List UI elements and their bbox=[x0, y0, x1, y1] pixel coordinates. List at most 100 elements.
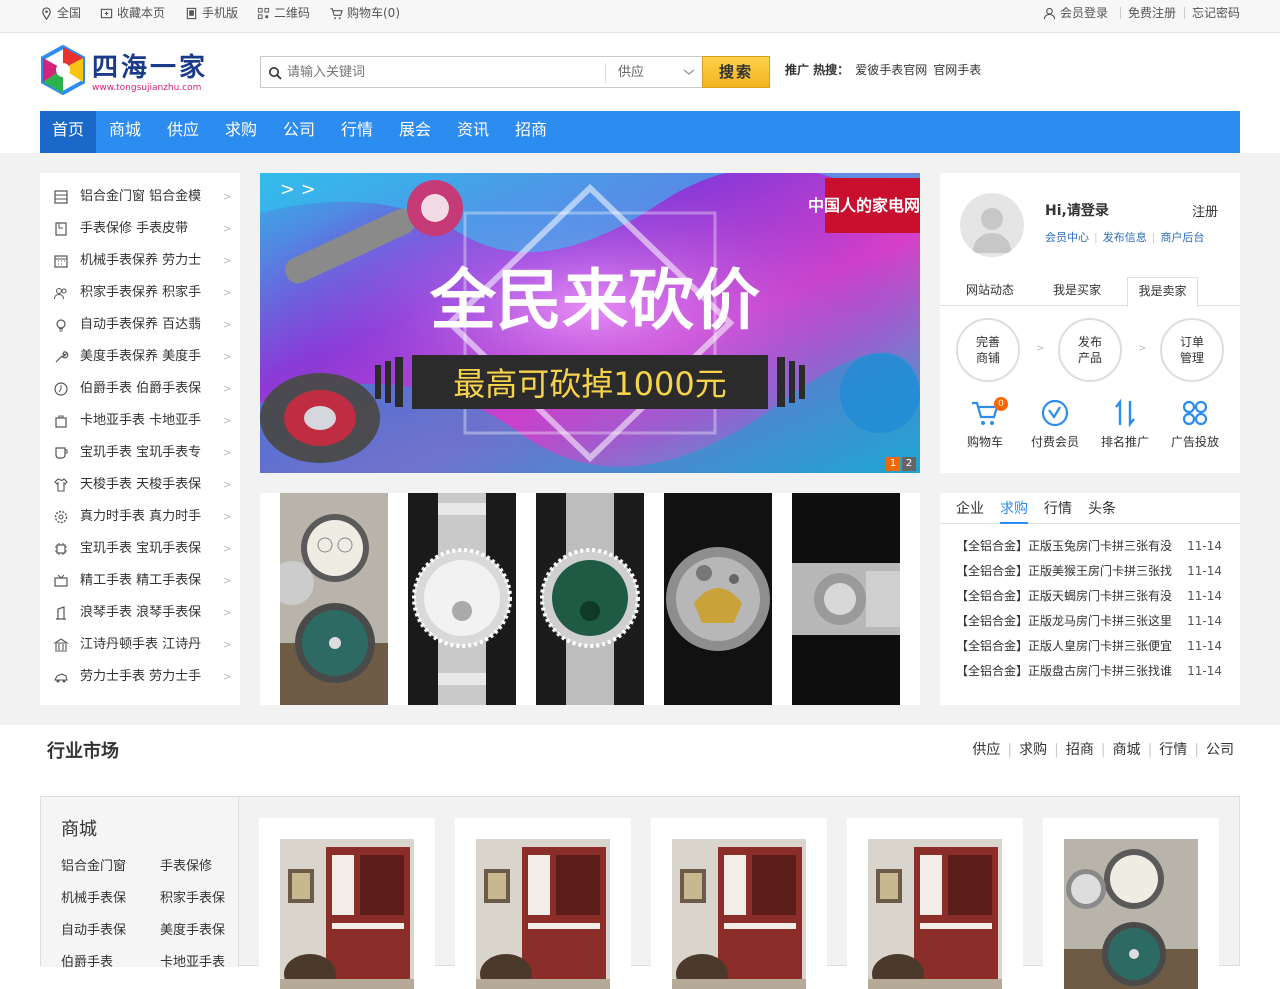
nav-exhibition[interactable]: 展会 bbox=[386, 111, 444, 153]
nav-mall[interactable]: 商城 bbox=[96, 111, 154, 153]
nav-news[interactable]: 资讯 bbox=[444, 111, 502, 153]
product-strip bbox=[260, 493, 920, 705]
section-link[interactable]: 公司 bbox=[1206, 742, 1234, 758]
tab-buyer[interactable]: 我是买家 bbox=[1041, 277, 1113, 306]
category-menu-item[interactable]: 卡地亚手表 卡地亚手 > bbox=[40, 405, 240, 437]
chevron-right-icon: > bbox=[222, 190, 232, 203]
register-link[interactable]: 免费注册 bbox=[1128, 5, 1176, 21]
nav-investment[interactable]: 招商 bbox=[502, 111, 560, 153]
market-side-link[interactable]: 卡地亚手表 bbox=[160, 951, 225, 970]
quick-ranking[interactable]: 排名推广 bbox=[1090, 399, 1160, 450]
hot-keyword[interactable]: 爱彼手表官网 bbox=[855, 63, 927, 77]
member-center-link[interactable]: 会员中心 bbox=[1045, 231, 1089, 244]
category-menu-item[interactable]: 铝合金门窗 铝合金模 > bbox=[40, 181, 240, 213]
carousel-dot[interactable]: 1 bbox=[886, 457, 900, 471]
vip-icon bbox=[1041, 399, 1069, 427]
bookmark-link[interactable]: 收藏本页 bbox=[100, 5, 165, 21]
step-complete-shop[interactable]: 完善 商铺 bbox=[956, 318, 1020, 382]
category-menu-item[interactable]: 手表保修 手表皮带 > bbox=[40, 213, 240, 245]
search-button[interactable]: 搜索 bbox=[702, 56, 770, 88]
nav-home[interactable]: 首页 bbox=[40, 111, 96, 153]
product-image[interactable] bbox=[408, 493, 516, 705]
product-image[interactable] bbox=[536, 493, 644, 705]
site-logo[interactable]: 四海一家 www.tongsujianzhu.com bbox=[40, 45, 220, 101]
market-product[interactable] bbox=[455, 818, 631, 989]
market-product[interactable] bbox=[259, 818, 435, 989]
nav-company[interactable]: 公司 bbox=[270, 111, 328, 153]
market-side-link[interactable]: 手表保修 bbox=[160, 855, 212, 874]
market-side-link[interactable]: 自动手表保 bbox=[61, 919, 126, 938]
category-menu-item[interactable]: 积家手表保养 积家手 > bbox=[40, 277, 240, 309]
category-menu-item[interactable]: 浪琴手表 浪琴手表保 > bbox=[40, 597, 240, 629]
step-order-manage[interactable]: 订单 管理 bbox=[1160, 318, 1224, 382]
market-side-link[interactable]: 积家手表保 bbox=[160, 887, 225, 906]
product-image[interactable] bbox=[280, 493, 388, 705]
hot-keyword[interactable]: 官网手表 bbox=[933, 63, 981, 77]
market-side-link[interactable]: 美度手表保 bbox=[160, 919, 225, 938]
news-item[interactable]: 【全铝合金】正版美猴王房门卡拼三张找 11-14 bbox=[956, 559, 1226, 584]
category-menu-item[interactable]: 真力时手表 真力时手 > bbox=[40, 501, 240, 533]
bookmark-icon bbox=[100, 8, 113, 19]
section-link[interactable]: 行情 bbox=[1159, 742, 1187, 758]
category-menu-item[interactable]: 美度手表保养 美度手 > bbox=[40, 341, 240, 373]
news-item[interactable]: 【全铝合金】正版龙马房门卡拼三张这里 11-14 bbox=[956, 609, 1226, 634]
news-title: 【全铝合金】正版盘古房门卡拼三张找谁 bbox=[956, 664, 1173, 678]
category-menu-item[interactable]: 天梭手表 天梭手表保 > bbox=[40, 469, 240, 501]
section-link[interactable]: 供应 bbox=[972, 742, 1000, 758]
nav-buy[interactable]: 求购 bbox=[212, 111, 270, 153]
hot-label: 推广 热搜： bbox=[785, 63, 850, 77]
category-menu-item[interactable]: 江诗丹顿手表 江诗丹 > bbox=[40, 629, 240, 661]
product-image[interactable] bbox=[792, 493, 900, 705]
product-image[interactable] bbox=[664, 493, 772, 705]
market-product[interactable] bbox=[847, 818, 1023, 989]
qrcode-link[interactable]: 二维码 bbox=[257, 5, 310, 21]
forgot-password-link[interactable]: 忘记密码 bbox=[1192, 5, 1240, 21]
quick-cart[interactable]: 0 购物车 bbox=[950, 397, 1020, 450]
category-menu-item[interactable]: 劳力士手表 劳力士手 > bbox=[40, 661, 240, 693]
quick-vip[interactable]: 付费会员 bbox=[1020, 399, 1090, 450]
step-publish-product[interactable]: 发布 产品 bbox=[1058, 318, 1122, 382]
carousel-dot[interactable]: 2 bbox=[902, 457, 916, 471]
tab-seller[interactable]: 我是卖家 bbox=[1127, 277, 1198, 307]
category-menu-item[interactable]: 精工手表 精工手表保 > bbox=[40, 565, 240, 597]
chevron-right-icon: > bbox=[222, 606, 232, 619]
register-link[interactable]: 注册 bbox=[1192, 201, 1218, 220]
category-menu-item[interactable]: 机械手表保养 劳力士 > bbox=[40, 245, 240, 277]
publish-link[interactable]: 发布信息 bbox=[1103, 231, 1147, 244]
tab-purchase[interactable]: 求购 bbox=[1000, 498, 1028, 524]
divider bbox=[1120, 7, 1121, 19]
section-link[interactable]: 求购 bbox=[1019, 742, 1047, 758]
region-link[interactable]: 全国 bbox=[40, 5, 81, 21]
login-greeting[interactable]: Hi,请登录 bbox=[1045, 200, 1109, 220]
market-side-link[interactable]: 铝合金门窗 bbox=[61, 855, 126, 874]
nav-supply[interactable]: 供应 bbox=[154, 111, 212, 153]
tab-site-news[interactable]: 网站动态 bbox=[954, 277, 1026, 306]
category-menu-item[interactable]: 宝玑手表 宝玑手表保 > bbox=[40, 533, 240, 565]
cart-link[interactable]: 购物车(0) bbox=[329, 5, 400, 21]
tab-headline[interactable]: 头条 bbox=[1088, 498, 1116, 524]
category-menu-item[interactable]: 宝玑手表 宝玑手表专 > bbox=[40, 437, 240, 469]
search-category-select[interactable]: 供应 bbox=[605, 63, 697, 83]
tab-enterprise[interactable]: 企业 bbox=[956, 498, 984, 524]
section-link[interactable]: 商城 bbox=[1113, 742, 1141, 758]
news-item[interactable]: 【全铝合金】正版玉兔房门卡拼三张有没 11-14 bbox=[956, 534, 1226, 559]
quick-ads[interactable]: 广告投放 bbox=[1160, 399, 1230, 450]
market-product[interactable] bbox=[651, 818, 827, 989]
section-link[interactable]: 招商 bbox=[1066, 742, 1094, 758]
nav-quotes[interactable]: 行情 bbox=[328, 111, 386, 153]
avatar[interactable] bbox=[960, 193, 1024, 257]
search-input[interactable] bbox=[287, 62, 597, 82]
banner-carousel[interactable]: 中国人的家电网购 > > 全民来砍价 最高可砍掉1000元 12 bbox=[260, 173, 920, 473]
mobile-link[interactable]: 手机版 bbox=[185, 5, 238, 21]
news-item[interactable]: 【全铝合金】正版天蝎房门卡拼三张有没 11-14 bbox=[956, 584, 1226, 609]
news-item[interactable]: 【全铝合金】正版人皇房门卡拼三张便宜 11-14 bbox=[956, 634, 1226, 659]
market-side-link[interactable]: 机械手表保 bbox=[61, 887, 126, 906]
tab-market[interactable]: 行情 bbox=[1044, 498, 1072, 524]
category-menu-item[interactable]: 自动手表保养 百达翡 > bbox=[40, 309, 240, 341]
category-menu-item[interactable]: 伯爵手表 伯爵手表保 > bbox=[40, 373, 240, 405]
merchant-backend-link[interactable]: 商户后台 bbox=[1160, 231, 1204, 244]
news-item[interactable]: 【全铝合金】正版盘古房门卡拼三张找谁 11-14 bbox=[956, 659, 1226, 684]
market-side-link[interactable]: 伯爵手表 bbox=[61, 951, 113, 970]
market-product[interactable] bbox=[1043, 818, 1219, 989]
login-link[interactable]: 会员登录 bbox=[1043, 5, 1108, 21]
